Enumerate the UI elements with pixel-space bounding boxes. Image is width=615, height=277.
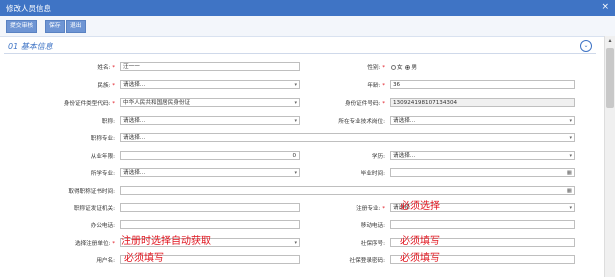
section-header-basic-info: 01 基本信息 ⌄ bbox=[4, 38, 596, 54]
gender-label: 性别: * bbox=[367, 65, 385, 71]
reg-unit-annotation: 注册时选择自动获取 bbox=[121, 236, 211, 247]
collapse-icon[interactable]: ⌄ bbox=[580, 40, 592, 52]
office-phone-label: 办公电话: bbox=[90, 223, 115, 229]
chevron-down-icon: ▾ bbox=[569, 118, 572, 124]
mobile-input[interactable] bbox=[390, 220, 575, 229]
scrollbar-thumb[interactable] bbox=[606, 48, 614, 108]
calendar-icon[interactable]: ▦ bbox=[567, 169, 572, 176]
work-years-input[interactable]: 0 bbox=[120, 151, 300, 160]
title-cert-time-label: 取得职称证书时间: bbox=[68, 189, 115, 195]
tech-post-select[interactable]: 请选择... ▾ bbox=[390, 116, 575, 125]
chevron-down-icon: ▾ bbox=[294, 82, 297, 88]
gender-female-label: 女 bbox=[397, 65, 403, 71]
title-major-label: 职称专业: bbox=[90, 136, 115, 142]
title-major-select[interactable]: 请选择... ▾ bbox=[120, 133, 575, 142]
ethnicity-label: 民族: * bbox=[97, 83, 115, 89]
mobile-label: 移动电话: bbox=[360, 223, 385, 229]
social-pwd-label: 社保登录密码: bbox=[349, 258, 385, 264]
calendar-icon[interactable]: ▦ bbox=[567, 187, 572, 194]
scrollbar[interactable]: ▴ bbox=[604, 36, 615, 277]
username-label: 用户名: bbox=[96, 258, 115, 264]
social-pwd-annotation: 必须填写 bbox=[400, 253, 440, 264]
exit-button[interactable]: 退出 bbox=[66, 20, 86, 33]
grad-time-label: 毕业时间: bbox=[360, 171, 385, 177]
scroll-up-icon[interactable]: ▴ bbox=[606, 37, 614, 45]
id-type-select[interactable]: 中华人民共和国居民身份证 ▾ bbox=[120, 98, 300, 107]
toolbar: 提交审核 保存 退出 bbox=[0, 16, 615, 37]
study-major-label: 所学专业: bbox=[90, 171, 115, 177]
education-select[interactable]: 请选择... ▾ bbox=[390, 151, 575, 160]
chevron-down-icon: ▾ bbox=[294, 240, 297, 246]
chevron-down-icon: ▾ bbox=[569, 205, 572, 211]
social-no-annotation: 必须填写 bbox=[400, 236, 440, 247]
tech-post-label: 所在专业技术岗位: bbox=[338, 119, 385, 125]
office-phone-input[interactable] bbox=[120, 220, 300, 229]
chevron-down-icon: ▾ bbox=[569, 153, 572, 159]
reg-major-annotation: 必须选择 bbox=[400, 201, 440, 212]
section-number: 01 bbox=[8, 42, 19, 51]
section-title: 01 基本信息 bbox=[8, 41, 53, 52]
gender-female-radio[interactable] bbox=[391, 65, 396, 70]
submit-review-button[interactable]: 提交审核 bbox=[6, 20, 38, 33]
id-type-label: 身份证件类型代码: * bbox=[63, 101, 115, 107]
grad-time-input[interactable]: ▦ bbox=[390, 168, 575, 177]
work-years-label: 从业年限: bbox=[90, 154, 115, 160]
id-number-input[interactable]: 130924198107134304 bbox=[390, 98, 575, 107]
education-label: 学历: bbox=[371, 154, 385, 160]
save-button[interactable]: 保存 bbox=[45, 20, 65, 33]
age-label: 年龄: * bbox=[367, 83, 385, 89]
reg-unit-label: 选择注册单位: * bbox=[74, 241, 115, 247]
study-major-select[interactable]: 请选择... ▾ bbox=[120, 168, 300, 177]
ethnicity-select[interactable]: 请选择... ▾ bbox=[120, 80, 300, 89]
chevron-down-icon: ▾ bbox=[569, 135, 572, 141]
window-title: 修改人员信息 bbox=[6, 4, 51, 13]
title-cert-org-label: 职称证发证机关: bbox=[73, 206, 115, 212]
close-icon[interactable]: × bbox=[601, 2, 609, 12]
reg-major-label: 注册专业: * bbox=[356, 206, 385, 212]
gender-male-label: 男 bbox=[411, 65, 417, 71]
age-input[interactable]: 36 bbox=[390, 80, 575, 89]
title-select[interactable]: 请选择... ▾ bbox=[120, 116, 300, 125]
title-cert-org-input[interactable] bbox=[120, 203, 300, 212]
id-number-label: 身份证件号码: * bbox=[344, 101, 385, 107]
window-titlebar: 修改人员信息 × bbox=[0, 0, 615, 16]
section-title-text: 基本信息 bbox=[20, 42, 53, 51]
name-input[interactable]: 汪一一 bbox=[120, 62, 300, 71]
gender-male-radio[interactable] bbox=[405, 65, 411, 70]
chevron-down-icon: ▾ bbox=[294, 170, 297, 176]
username-annotation: 必须填写 bbox=[124, 253, 164, 264]
title-cert-time-input[interactable]: ▦ bbox=[120, 186, 575, 195]
gender-radio-group: 女 男 bbox=[390, 63, 417, 71]
title-label: 职称: bbox=[101, 119, 115, 125]
social-no-label: 社保序号: bbox=[360, 241, 385, 247]
name-label: 姓名: * bbox=[97, 65, 115, 71]
